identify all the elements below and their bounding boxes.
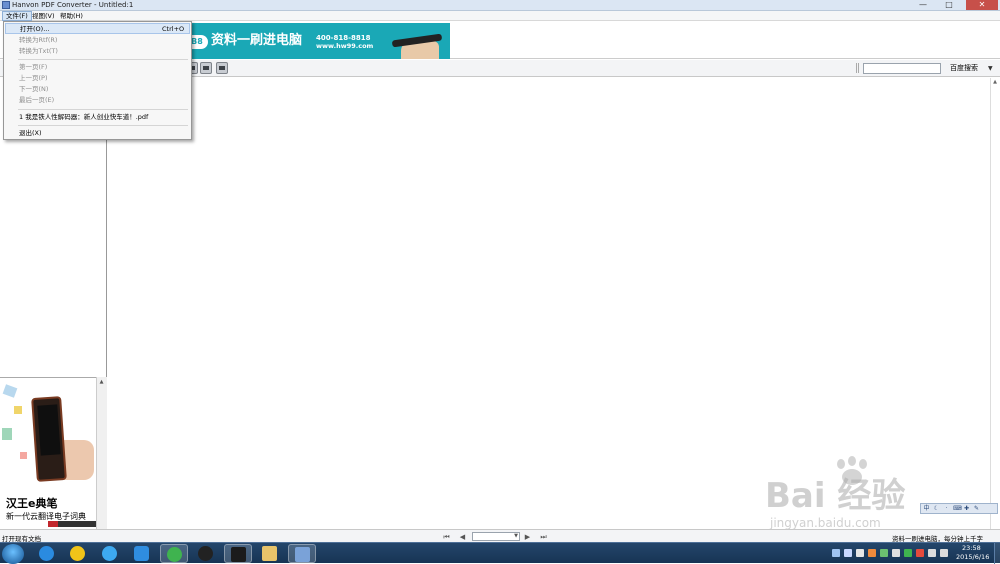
menu-item-open-label: 打开(O)... [20, 25, 50, 33]
ad-strip-accent [48, 521, 58, 527]
convert-icon[interactable] [200, 62, 212, 74]
taskbar-app-icon[interactable] [128, 544, 156, 563]
taskbar-ie-icon[interactable] [33, 544, 61, 563]
baidu-watermark-url: jingyan.baidu.com [770, 516, 881, 530]
taskbar-hanvon-icon[interactable] [224, 544, 252, 563]
menu-item-convert-txt[interactable]: 转换为Txt(T) [5, 46, 190, 57]
menu-separator [18, 59, 188, 60]
taskbar-explorer-icon[interactable] [256, 544, 284, 563]
status-bar: 打开现有文档 ⏮ ◀ ▼ ▶ ⏭ 资料一刷进电脑，每分钟上千字 [0, 529, 1000, 543]
close-button[interactable]: ✕ [966, 0, 998, 10]
page-dropdown-icon[interactable]: ▼ [512, 532, 520, 541]
menu-item-convert-rtf[interactable]: 转换为Rtf(R) [5, 35, 190, 46]
ad-device-screen [37, 404, 61, 456]
tray-fire-icon[interactable] [868, 549, 876, 557]
tray-help-icon[interactable] [844, 549, 852, 557]
search-dropdown-icon[interactable]: ▼ [988, 63, 996, 74]
title-bar: Hanvon PDF Converter - Untitled:1 — □ ✕ [0, 0, 1000, 11]
menu-separator [18, 109, 188, 110]
minimize-button[interactable]: — [912, 0, 934, 10]
toolbar-grip [856, 63, 859, 73]
taskbar-qq-icon[interactable] [192, 544, 220, 563]
menu-help[interactable]: 帮助(H) [57, 11, 86, 21]
ime-tool-icon[interactable]: ✎ [973, 505, 980, 512]
menu-item-prev-page[interactable]: 上一页(P) [5, 73, 190, 84]
tray-flag-icon[interactable] [916, 549, 924, 557]
app-icon [2, 1, 10, 9]
banner-phone: 400-818-8818 [316, 34, 371, 42]
menu-item-open-shortcut: Ctrl+O [162, 25, 185, 33]
baidu-search-button[interactable]: 百度搜索 [950, 63, 978, 74]
main-scrollbar[interactable] [990, 78, 1000, 529]
ime-mode-icon[interactable]: 中 [923, 505, 930, 512]
ime-punct-icon[interactable]: · [943, 505, 950, 512]
scroll-up-icon[interactable]: ▲ [97, 378, 106, 386]
export-icon[interactable] [216, 62, 228, 74]
ad-decoration [14, 406, 22, 414]
start-button[interactable] [2, 544, 24, 564]
baidu-watermark: Bai 经验 [765, 476, 906, 516]
clock-date[interactable]: 2015/6/16 [956, 553, 989, 561]
ime-skin-icon[interactable]: ✚ [963, 505, 970, 512]
tray-volume-icon[interactable] [928, 549, 936, 557]
menu-bar: 文件(F) 视图(V) 帮助(H) [0, 11, 1000, 21]
ad-decoration [2, 428, 12, 440]
file-menu-dropdown: 打开(O)... Ctrl+O 转换为Rtf(R) 转换为Txt(T) 第一页(… [3, 21, 192, 140]
banner-site: www.hw99.com [316, 42, 374, 50]
taskbar-pdf-converter-icon[interactable] [288, 544, 316, 563]
first-page-icon[interactable]: ⏮ [442, 533, 451, 541]
menu-item-first-page[interactable]: 第一页(F) [5, 62, 190, 73]
search-input[interactable] [863, 63, 941, 74]
show-desktop-button[interactable] [994, 543, 1000, 564]
menu-separator [18, 125, 188, 126]
menu-file[interactable]: 文件(F) [2, 11, 32, 21]
tray-security-icon[interactable] [880, 549, 888, 557]
menu-item-open[interactable]: 打开(O)... Ctrl+O [5, 23, 190, 34]
clock-time[interactable]: 23:58 [962, 544, 981, 552]
window-title: Hanvon PDF Converter - Untitled:1 [12, 1, 134, 9]
ime-moon-icon[interactable]: ☾ [933, 505, 940, 512]
ad-decoration [20, 452, 27, 459]
ad-subtitle: 新一代云翻译电子词典 [6, 512, 86, 521]
taskbar-360-icon[interactable] [160, 544, 188, 563]
tray-ime-icon[interactable] [832, 549, 840, 557]
menu-item-next-page[interactable]: 下一页(N) [5, 84, 190, 95]
ime-toolbar[interactable]: 中 ☾ · ⌨ ✚ ✎ [920, 503, 998, 514]
menu-item-last-page[interactable]: 最后一页(E) [5, 95, 190, 106]
maximize-button[interactable]: □ [938, 0, 960, 10]
taskbar-browser-icon[interactable] [64, 544, 92, 563]
menu-item-exit[interactable]: 退出(X) [5, 128, 190, 139]
taskbar: 23:58 2015/6/16 [0, 542, 1000, 564]
last-page-icon[interactable]: ⏭ [539, 533, 548, 541]
ad-scrollbar[interactable] [96, 377, 107, 529]
ad-banner[interactable]: B8 资料一刷进电脑 400-818-8818 www.hw99.com [186, 23, 450, 59]
tray-display-icon[interactable] [940, 549, 948, 557]
menu-item-recent-file[interactable]: 1 我是铁人性解码器：新人创业快车道！.pdf [5, 112, 190, 123]
menu-view[interactable]: 视图(V) [29, 11, 58, 21]
tray-tool-icon[interactable] [856, 549, 864, 557]
tray-network-icon[interactable] [892, 549, 900, 557]
ad-headline: 汉王e典笔 [6, 497, 58, 510]
scroll-up-icon[interactable]: ▲ [991, 78, 999, 86]
prev-page-icon[interactable]: ◀ [458, 533, 467, 541]
next-page-icon[interactable]: ▶ [523, 533, 532, 541]
tray-360-icon[interactable] [904, 549, 912, 557]
banner-slogan: 资料一刷进电脑 [211, 33, 303, 48]
ad-decoration [2, 384, 18, 398]
taskbar-ie2-icon[interactable] [96, 544, 124, 563]
ime-keyboard-icon[interactable]: ⌨ [953, 505, 962, 512]
